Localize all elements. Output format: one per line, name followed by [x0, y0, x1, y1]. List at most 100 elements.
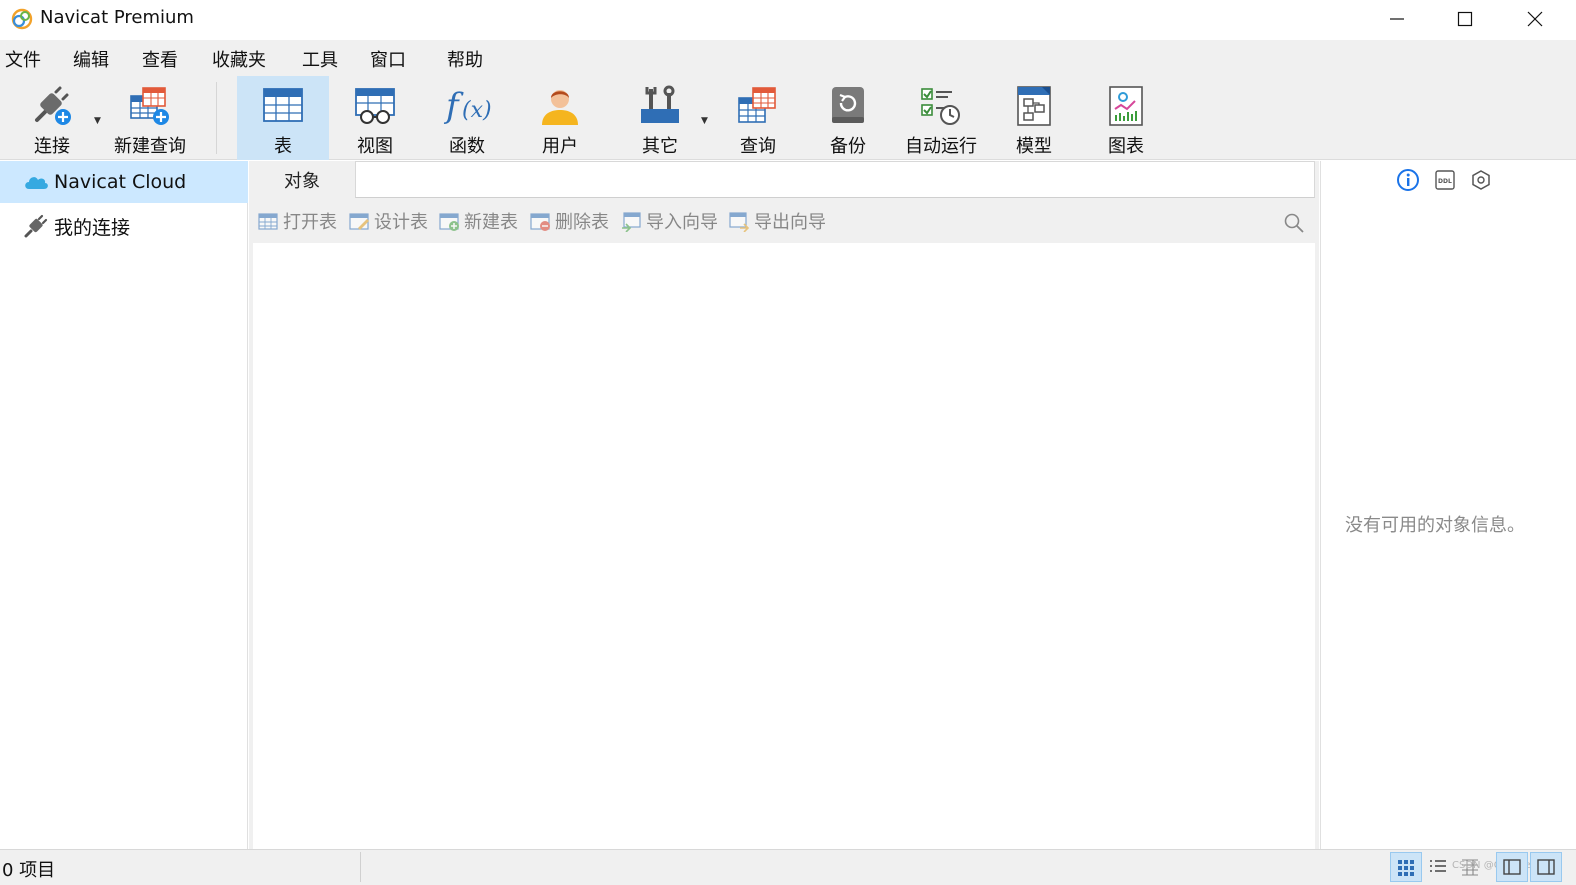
export-wizard-label: 导出向导: [754, 212, 826, 233]
tab-bar: 对象: [249, 161, 1319, 199]
new-table-label: 新建表: [464, 212, 518, 233]
main-toolbar: 连接 ▼ 新建查询 表 视图 f (x) 函数 用户 其它 ▼ 查询 备份 自动…: [0, 76, 1576, 160]
menu-window[interactable]: 窗口: [370, 46, 406, 72]
chart-button[interactable]: 图表: [1084, 76, 1168, 160]
search-icon[interactable]: [1283, 212, 1305, 234]
new-query-icon: [125, 80, 175, 130]
model-icon: [1009, 80, 1059, 130]
maximize-button[interactable]: [1430, 0, 1500, 38]
export-wizard-button[interactable]: 导出向导: [728, 208, 826, 234]
left-pane-icon: [1503, 859, 1521, 875]
no-object-info-message: 没有可用的对象信息。: [1345, 515, 1525, 536]
other-dropdown-caret[interactable]: ▼: [701, 116, 708, 126]
nav-item-label: 我的连接: [54, 216, 131, 239]
delete-table-label: 删除表: [555, 212, 609, 233]
other-label: 其它: [642, 136, 678, 157]
design-table-button[interactable]: 设计表: [348, 208, 428, 234]
model-button[interactable]: 模型: [992, 76, 1076, 160]
grid-view-button[interactable]: [1390, 852, 1422, 882]
nav-item-label: Navicat Cloud: [54, 171, 187, 193]
query-icon: [733, 80, 783, 130]
minimize-icon: [1390, 18, 1404, 20]
navicat-logo-icon: [11, 8, 33, 30]
backup-label: 备份: [830, 136, 866, 157]
tab-strip-empty: [355, 161, 1315, 198]
view-button[interactable]: 视图: [333, 76, 417, 160]
list-view-icon: [1430, 860, 1446, 872]
main-area: 对象 打开表 设计表 新建表 删除表 导入向导 导出向导: [249, 161, 1319, 849]
connect-button[interactable]: 连接: [16, 76, 88, 160]
grid-view-icon: [1398, 860, 1414, 876]
object-list-area[interactable]: [253, 243, 1315, 849]
import-wizard-label: 导入向导: [646, 212, 718, 233]
delete-table-button[interactable]: 删除表: [529, 208, 609, 234]
svg-text:(x): (x): [462, 98, 492, 123]
menu-file[interactable]: 文件: [5, 46, 41, 72]
title-bar: Navicat Premium: [0, 0, 1576, 40]
cloud-icon: [22, 168, 50, 196]
close-icon: [1527, 11, 1543, 27]
new-query-button[interactable]: 新建查询: [110, 76, 190, 160]
plug-icon: [22, 212, 50, 240]
item-count: 0 项目: [2, 860, 56, 881]
chart-icon: [1101, 80, 1151, 130]
new-query-label: 新建查询: [114, 136, 186, 157]
view-glasses-icon: [350, 80, 400, 130]
nav-item-navicat-cloud[interactable]: Navicat Cloud: [0, 161, 248, 203]
design-table-icon: [349, 213, 369, 230]
table-icon: [258, 80, 308, 130]
export-wizard-icon: [729, 212, 750, 232]
menu-favorites[interactable]: 收藏夹: [212, 46, 266, 72]
design-table-label: 设计表: [374, 212, 428, 233]
connect-dropdown-caret[interactable]: ▼: [94, 116, 101, 126]
minimize-button[interactable]: [1362, 0, 1432, 38]
hexagon-icon[interactable]: [1468, 167, 1494, 193]
list-view-button[interactable]: [1422, 852, 1454, 882]
automation-checklist-icon: [916, 80, 966, 130]
delete-table-icon: [530, 213, 550, 231]
ddl-icon[interactable]: DDL: [1432, 167, 1458, 193]
open-table-button[interactable]: 打开表: [257, 208, 337, 234]
info-icon[interactable]: [1395, 167, 1421, 193]
table-button[interactable]: 表: [237, 76, 329, 160]
user-label: 用户: [542, 136, 578, 157]
open-table-icon: [258, 213, 278, 230]
user-button[interactable]: 用户: [518, 76, 602, 160]
menu-help[interactable]: 帮助: [447, 46, 483, 72]
table-label: 表: [274, 136, 292, 157]
toggle-info-pane-button[interactable]: [1530, 852, 1562, 882]
user-person-icon: [535, 80, 585, 130]
menu-tools[interactable]: 工具: [302, 46, 338, 72]
tools-icon: [635, 80, 685, 130]
object-toolbar: 打开表 设计表 新建表 删除表 导入向导 导出向导: [253, 201, 1315, 241]
menu-view[interactable]: 查看: [142, 46, 178, 72]
import-wizard-button[interactable]: 导入向导: [620, 208, 718, 234]
backup-button[interactable]: 备份: [806, 76, 890, 160]
status-divider: [360, 852, 361, 882]
query-button[interactable]: 查询: [716, 76, 800, 160]
new-table-icon: [439, 213, 459, 231]
function-button[interactable]: f (x) 函数: [425, 76, 509, 160]
chart-label: 图表: [1108, 136, 1144, 157]
info-panel: DDL 没有可用的对象信息。: [1320, 161, 1576, 849]
menu-bar: 文件 编辑 查看 收藏夹 工具 窗口 帮助 ✓: [0, 40, 1576, 116]
right-pane-icon: [1537, 859, 1555, 875]
nav-item-my-connections[interactable]: 我的连接: [0, 205, 248, 247]
function-fx-icon: f (x): [442, 80, 492, 130]
backup-icon: [823, 80, 873, 130]
toolbar-separator: [216, 82, 217, 154]
close-button[interactable]: [1500, 0, 1570, 38]
tab-objects[interactable]: 对象: [249, 161, 355, 199]
automation-button[interactable]: 自动运行: [898, 76, 984, 160]
automation-label: 自动运行: [905, 136, 977, 157]
svg-text:f: f: [443, 86, 464, 126]
query-label: 查询: [740, 136, 776, 157]
import-wizard-icon: [622, 212, 641, 232]
toggle-navigation-pane-button[interactable]: [1496, 852, 1528, 882]
model-label: 模型: [1016, 136, 1052, 157]
status-bar: 0 项目 CSDN @Gdk_Season: [0, 849, 1576, 885]
other-button[interactable]: 其它: [618, 76, 702, 160]
function-label: 函数: [449, 136, 485, 157]
new-table-button[interactable]: 新建表: [438, 208, 518, 234]
menu-edit[interactable]: 编辑: [73, 46, 109, 72]
